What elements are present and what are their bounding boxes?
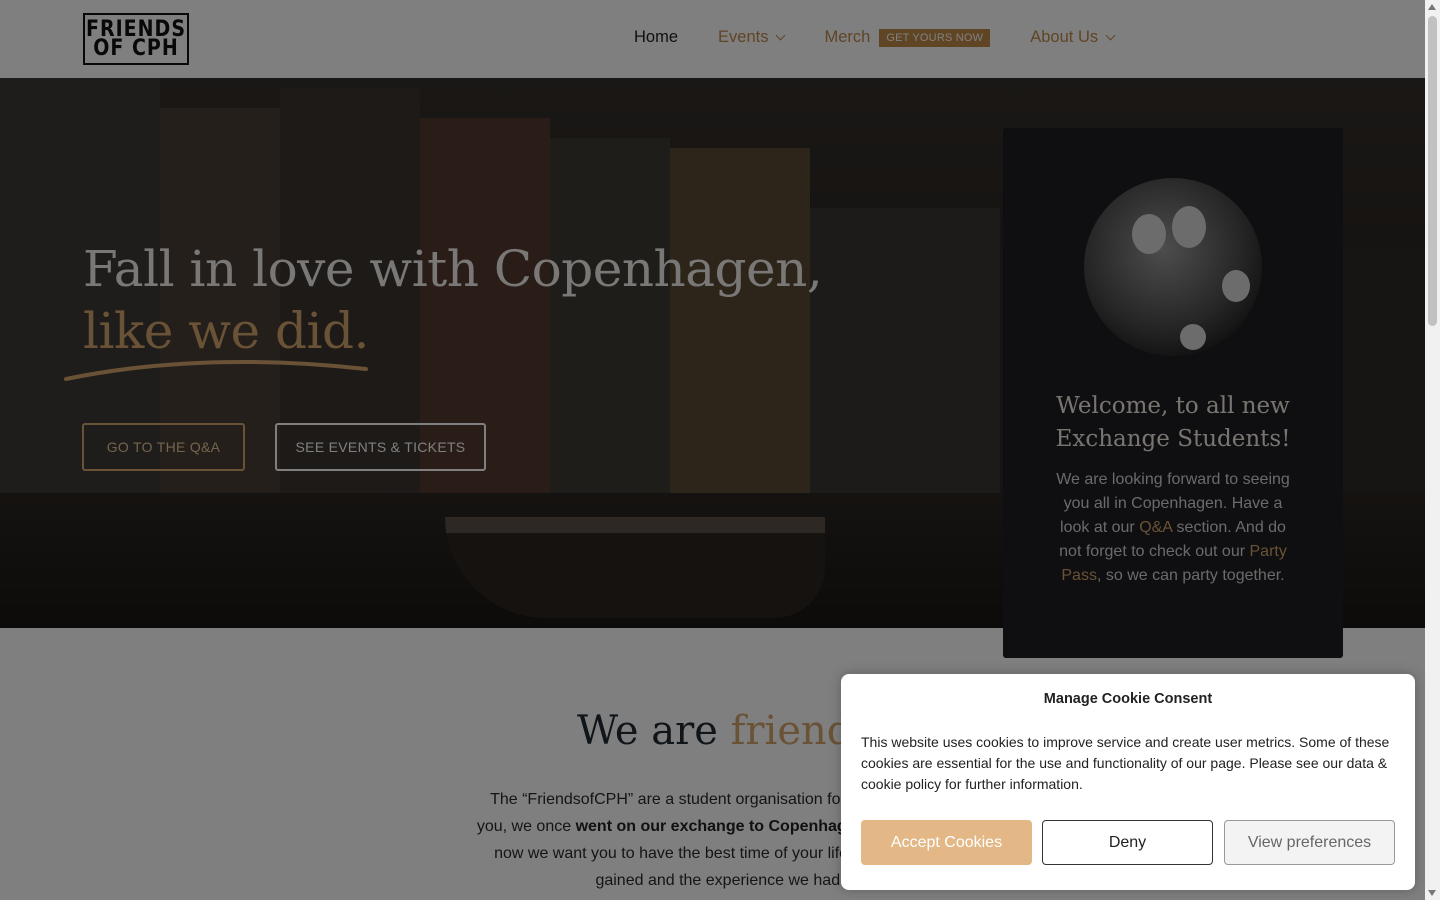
scroll-thumb[interactable] xyxy=(1428,16,1437,326)
scroll-up-icon[interactable] xyxy=(1428,4,1436,10)
deny-cookies-button[interactable]: Deny xyxy=(1042,820,1213,865)
view-preferences-button[interactable]: View preferences xyxy=(1224,820,1395,865)
scroll-down-icon[interactable] xyxy=(1428,890,1436,896)
page-scrollbar[interactable] xyxy=(1425,0,1440,900)
cookie-consent-dialog: Manage Cookie Consent This website uses … xyxy=(841,674,1415,890)
cookie-title: Manage Cookie Consent xyxy=(1043,691,1213,707)
accept-cookies-button[interactable]: Accept Cookies xyxy=(861,820,1032,865)
cookie-text: This website uses cookies to improve ser… xyxy=(861,734,1390,792)
